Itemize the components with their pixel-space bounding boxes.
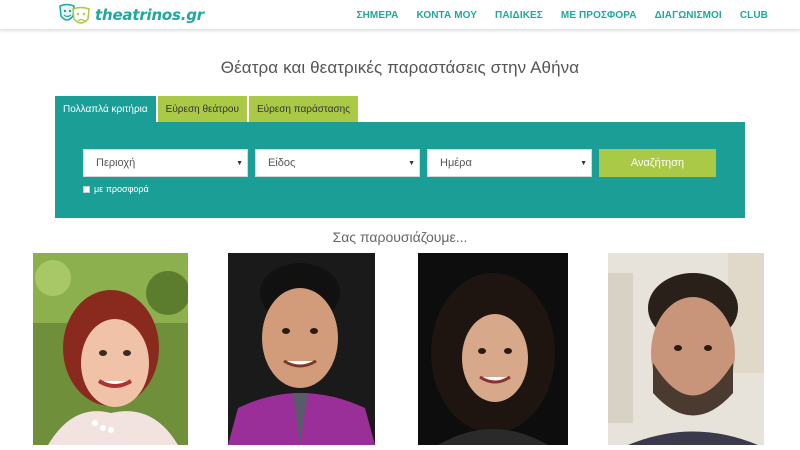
offer-checkbox-label: με προσφορά (94, 184, 149, 194)
profile-photo-1[interactable] (33, 253, 188, 445)
person-photo-icon (228, 253, 375, 445)
site-logo[interactable]: theatrinos.gr (57, 2, 204, 28)
day-select-value: Ημέρα (440, 157, 472, 169)
person-photo-icon (33, 253, 188, 445)
nav-item-today[interactable]: ΣΗΜΕΡΑ (348, 10, 408, 21)
genre-select[interactable]: Είδος ▼ (255, 149, 420, 177)
caret-down-icon: ▼ (408, 160, 415, 167)
profile-photo-4[interactable] (608, 253, 764, 445)
nav-item-near-me[interactable]: ΚΟΝΤΑ ΜΟΥ (407, 10, 486, 21)
tab-multiple-criteria[interactable]: Πολλαπλά κριτήρια (55, 96, 156, 122)
day-select[interactable]: Ημέρα ▼ (427, 149, 592, 177)
page-title: Θέατρα και θεατρικές παραστάσεις στην Αθ… (220, 58, 580, 77)
person-photo-icon (608, 253, 764, 445)
search-tabs: Πολλαπλά κριτήρια Εύρεση θεάτρου Εύρεση … (55, 96, 359, 122)
main-nav: ΣΗΜΕΡΑ ΚΟΝΤΑ ΜΟΥ ΠΑΙΔΙΚΕΣ ΜΕ ΠΡΟΣΦΟΡΑ ΔΙ… (348, 0, 800, 30)
nav-item-kids[interactable]: ΠΑΙΔΙΚΕΣ (486, 10, 552, 21)
profile-photo-3[interactable] (418, 253, 568, 445)
presenting-heading: Σας παρουσιάζουμε... (332, 229, 468, 245)
region-select-value: Περιοχή (96, 157, 136, 169)
region-select[interactable]: Περιοχή ▼ (83, 149, 248, 177)
nav-item-contests[interactable]: ΔΙΑΓΩΝΙΣΜΟΙ (646, 10, 731, 21)
top-header: theatrinos.gr ΣΗΜΕΡΑ ΚΟΝΤΑ ΜΟΥ ΠΑΙΔΙΚΕΣ … (0, 0, 800, 30)
caret-down-icon: ▼ (236, 160, 243, 167)
search-panel: Περιοχή ▼ Είδος ▼ Ημέρα ▼ Αναζήτηση με π… (55, 122, 745, 218)
theatre-masks-icon (59, 3, 90, 24)
offer-checkbox-row[interactable]: με προσφορά (83, 184, 149, 194)
nav-item-offers[interactable]: ΜΕ ΠΡΟΣΦΟΡΑ (552, 10, 646, 21)
tab-find-show[interactable]: Εύρεση παράστασης (248, 96, 359, 122)
caret-down-icon: ▼ (580, 160, 587, 167)
nav-item-club[interactable]: CLUB (731, 10, 800, 21)
profile-photo-2[interactable] (228, 253, 375, 445)
logo-text: theatrinos.gr (95, 6, 204, 24)
person-photo-icon (418, 253, 568, 445)
search-button[interactable]: Αναζήτηση (599, 149, 716, 177)
genre-select-value: Είδος (268, 157, 296, 169)
tab-find-theatre[interactable]: Εύρεση θεάτρου (157, 96, 247, 122)
offer-checkbox[interactable] (83, 185, 90, 193)
